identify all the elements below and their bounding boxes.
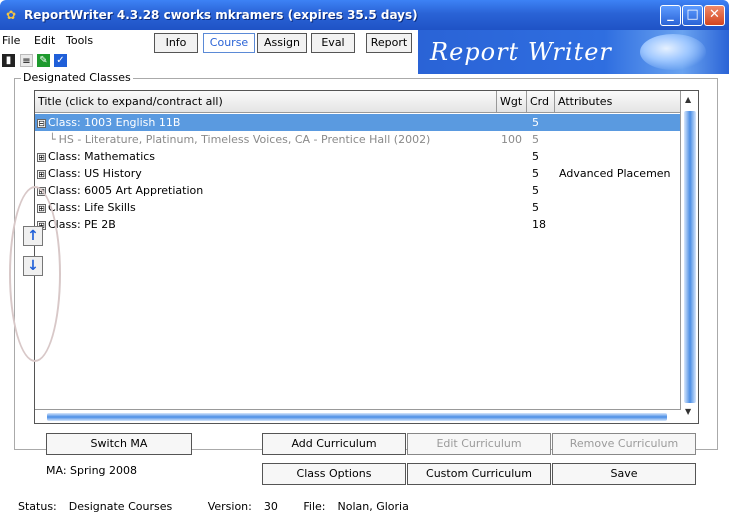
classes-table[interactable]: Title (click to expand/contract all) Wgt… [34,90,699,424]
version-value: 30 [263,500,278,513]
save-button[interactable]: Save [552,463,696,485]
table-row[interactable]: ⊞ Class: 6005 Art Appretiation 5 [35,182,681,199]
edit-icon[interactable]: ✎ [37,54,50,67]
title-bar: ✿ ReportWriter 4.3.28 cworks mkramers (e… [0,0,729,30]
vertical-scroll-thumb[interactable] [684,111,696,403]
move-up-button[interactable]: ↑ [23,226,43,246]
table-row[interactable]: ⊞ Class: PE 2B 18 [35,216,681,233]
expand-toggle-icon[interactable]: ⊞ [37,169,46,179]
lock-icon[interactable]: ▮ [2,54,15,67]
table-body: ⊟ Class: 1003 English 11B 5 └ HS - Literatur… [35,114,681,233]
add-curriculum-button[interactable]: Add Curriculum [262,433,406,455]
main-window: File Edit Tools Info Course Assign Eval … [0,30,729,514]
window-title: ReportWriter 4.3.28 cworks mkramers (exp… [24,8,418,22]
table-row[interactable]: └ HS - Literature, Platinum, Timeless Voi… [35,131,681,148]
check-icon[interactable]: ✓ [54,54,67,67]
scroll-up-arrow-icon[interactable]: ▲ [685,95,691,104]
cell-crd: 5 [532,184,539,197]
cell-crd: 18 [532,218,546,231]
close-button[interactable]: ✕ [704,5,725,26]
cell-title: ⊞ Class: Mathematics [37,148,495,165]
col-attributes[interactable]: Attributes [555,91,681,113]
edit-curriculum-button[interactable]: Edit Curriculum [407,433,551,455]
cell-title: ⊞ Class: US History [37,165,495,182]
expand-toggle-icon[interactable]: ⊟ [37,118,46,128]
cell-crd: 5 [532,116,539,129]
row-title: Class: US History [48,167,142,180]
class-options-button[interactable]: Class Options [262,463,406,485]
tab-assign[interactable]: Assign [257,33,307,53]
tab-course[interactable]: Course [203,33,255,53]
tab-report[interactable]: Report [366,33,412,53]
row-title: HS - Literature, Platinum, Timeless Voic… [58,133,431,146]
tree-connector-icon: └ [49,133,56,146]
table-row[interactable]: ⊞ Class: US History 5 Advanced Placemen [35,165,681,182]
scroll-down-arrow-icon[interactable]: ▼ [685,407,691,416]
arrow-down-icon: ↓ [27,258,39,274]
expand-toggle-icon[interactable]: ⊞ [37,152,46,162]
cell-crd: 5 [532,167,539,180]
move-down-button[interactable]: ↓ [23,256,43,276]
banner-title: Report Writer [430,38,612,66]
cell-crd: 5 [532,150,539,163]
maximize-button[interactable]: □ [682,5,703,26]
file-label: File: [303,500,326,513]
arrow-up-icon: ↑ [27,228,39,244]
list-icon[interactable]: ≡ [20,54,33,67]
custom-curriculum-button[interactable]: Custom Curriculum [407,463,551,485]
cell-attributes: Advanced Placemen [559,167,671,180]
status-value: Designate Courses [68,500,173,513]
tab-info[interactable]: Info [154,33,198,53]
col-title[interactable]: Title (click to expand/contract all) [35,91,497,113]
menu-tools[interactable]: Tools [66,34,93,47]
app-icon: ✿ [6,8,17,22]
col-crd[interactable]: Crd [527,91,555,113]
minimize-button[interactable]: _ [660,5,681,26]
status-bar: Status: Designate Courses Version: 30 File… [18,500,421,513]
row-title: Class: 1003 English 11B [48,116,181,129]
tab-eval[interactable]: Eval [311,33,355,53]
cell-title: ⊞ Class: PE 2B [37,216,495,233]
table-header: Title (click to expand/contract all) Wgt… [35,91,681,113]
cell-crd: 5 [532,201,539,214]
col-wgt[interactable]: Wgt [497,91,527,113]
version-label: Version: [207,500,252,513]
cell-title: ⊞ Class: Life Skills [37,199,495,216]
vertical-scrollbar[interactable]: ▲ ▼ [680,91,698,423]
row-title: Class: PE 2B [48,218,116,231]
menu-file[interactable]: File [2,34,20,47]
switch-ma-button[interactable]: Switch MA [46,433,192,455]
banner-orb-graphic [640,34,706,70]
remove-curriculum-button[interactable]: Remove Curriculum [552,433,696,455]
cell-title: ⊟ Class: 1003 English 11B [37,114,495,131]
cell-crd: 5 [532,133,539,146]
status-label: Status: [18,500,57,513]
cell-title: ⊞ Class: 6005 Art Appretiation [37,182,495,199]
horizontal-scroll-thumb[interactable] [47,413,667,421]
row-title: Class: Mathematics [48,150,156,163]
table-row[interactable]: ⊟ Class: 1003 English 11B 5 [35,114,681,131]
table-row[interactable]: ⊞ Class: Life Skills 5 [35,199,681,216]
horizontal-scrollbar[interactable] [35,409,681,423]
row-title: Class: 6005 Art Appretiation [48,184,204,197]
banner: Report Writer [418,30,729,74]
ma-label: MA: Spring 2008 [46,464,138,477]
table-row[interactable]: ⊞ Class: Mathematics 5 [35,148,681,165]
row-title: Class: Life Skills [48,201,136,214]
group-label: Designated Classes [21,71,133,84]
cell-wgt: 100 [501,133,522,146]
file-value: Nolan, Gloria [337,500,409,513]
cell-title: └ HS - Literature, Platinum, Timeless Voi… [49,131,495,148]
menu-edit[interactable]: Edit [34,34,55,47]
